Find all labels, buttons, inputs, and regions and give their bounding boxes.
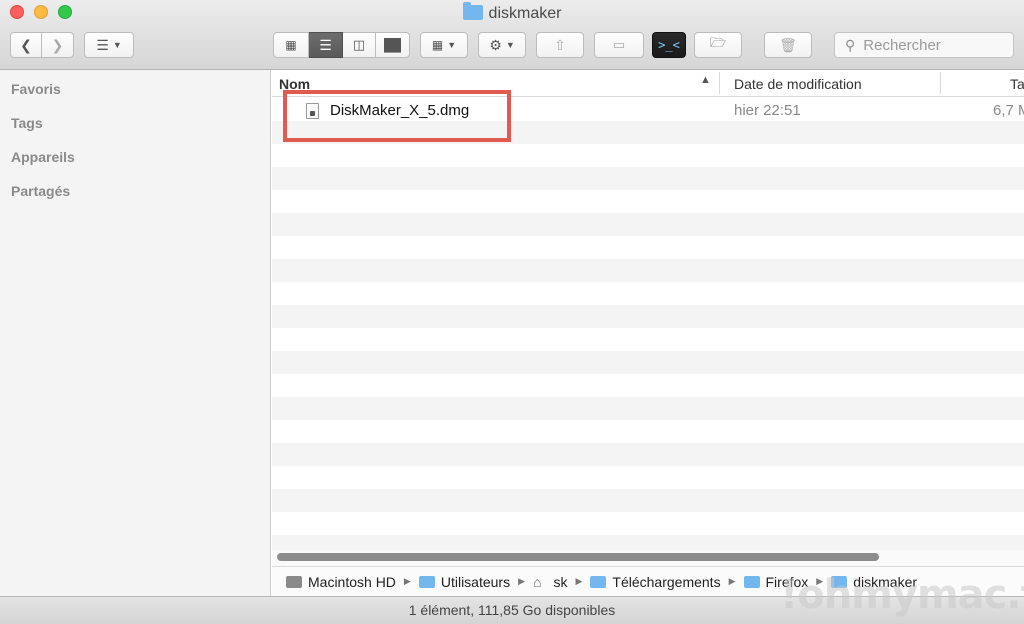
empty-row [272,259,1024,282]
toolbar: diskmaker ❮ ❯ ☰ ▼ ▦ ☰ ◫ ██ ▦ ▼ ⚙ ▼ ⇧ ▭ >_< [0,0,1024,70]
empty-row [272,374,1024,397]
sidebar-section-appareils[interactable]: Appareils [11,149,75,165]
column-name[interactable]: Nom [279,76,310,92]
sidebar-section-tags[interactable]: Tags [11,115,43,131]
action-menu-button[interactable]: ⚙ ▼ [478,32,526,58]
search-placeholder: Rechercher [863,36,941,54]
status-text: 1 élément, 111,85 Go disponibles [408,602,616,618]
sidebar: Favoris Tags Appareils Partagés [0,70,271,596]
path-separator-icon: ▶ [728,576,736,586]
path-separator-icon: ▶ [403,576,411,586]
empty-row [272,305,1024,328]
disk-image-icon [306,103,319,119]
share-button[interactable]: ⇧ [536,32,584,58]
chevron-down-icon: ▼ [447,40,457,50]
columns-icon: ◫ [352,37,366,52]
cover-flow-view-button[interactable]: ██ [376,32,410,58]
list-lines-icon: ☰ [96,36,109,53]
tags-button[interactable]: ▭ [594,32,644,58]
trash-button[interactable]: 🗑 [764,32,812,58]
path-item-sk[interactable]: ⌂ sk [533,574,567,590]
watermark: !ohmymac.fr [780,572,1024,618]
list-icon: ☰ [319,36,332,53]
tag-icon: ▭ [612,37,626,52]
terminal-button[interactable]: >_< [652,32,686,58]
sidebar-section-partages[interactable]: Partagés [11,183,70,199]
folder-icon [462,2,483,20]
arrange-menu-button[interactable]: ☰ ▼ [84,32,134,58]
file-rows: DiskMaker_X_5.dmg hier 22:51 6,7 M [272,98,1024,558]
group-menu-button[interactable]: ▦ ▼ [420,32,468,58]
path-item-label: Téléchargements [612,573,721,590]
search-icon: ⚲ [845,36,856,53]
path-item-label: Utilisateurs [440,573,511,590]
list-view-button[interactable]: ☰ [309,32,343,58]
path-item-utilisateurs[interactable]: Utilisateurs [418,573,511,590]
search-input[interactable]: ⚲ Rechercher [834,32,1014,58]
empty-row [272,144,1024,167]
forward-button[interactable]: ❯ [42,32,74,58]
chevron-left-icon: ❮ [20,36,32,53]
folder-icon [418,575,435,588]
terminal-icon: >_< [658,38,680,52]
folder-icon [743,575,760,588]
empty-row [272,420,1024,443]
path-separator-icon: ▶ [518,576,526,586]
trash-icon: 🗑 [779,36,797,53]
file-list: Nom ▲ Date de modification Ta DiskMaker_… [272,70,1024,566]
chevron-down-icon: ▼ [505,40,515,50]
grid-icon: ▦ [285,38,297,52]
share-icon: ⇧ [554,36,566,53]
column-header: Nom ▲ Date de modification Ta [272,70,1024,97]
table-row[interactable]: DiskMaker_X_5.dmg hier 22:51 6,7 M [272,98,1024,121]
column-view-button[interactable]: ◫ [343,32,376,58]
home-icon: ⌂ [533,573,542,590]
empty-row [272,167,1024,190]
empty-row [272,190,1024,213]
window-title: diskmaker [0,2,1024,24]
horizontal-scroll-thumb[interactable] [277,553,879,561]
empty-row [272,466,1024,489]
path-item-macintosh-hd[interactable]: Macintosh HD [286,574,396,590]
column-size[interactable]: Ta [1010,76,1024,92]
hard-drive-icon [286,575,302,588]
file-name: DiskMaker_X_5.dmg [330,102,470,119]
path-separator-icon: ▶ [575,576,583,586]
icon-view-button[interactable]: ▦ [273,32,309,58]
group-grid-icon: ▦ [431,38,444,52]
file-size: 6,7 M [993,102,1024,119]
downloads-folder-icon [590,575,607,588]
empty-row [272,121,1024,144]
file-modified: hier 22:51 [734,102,801,119]
empty-row [272,213,1024,236]
empty-row [272,397,1024,420]
sort-ascending-icon: ▲ [700,74,711,86]
empty-row [272,282,1024,305]
column-modified[interactable]: Date de modification [734,76,862,92]
window-title-text: diskmaker [488,5,562,22]
empty-row [272,328,1024,351]
empty-row [272,236,1024,259]
empty-row [272,512,1024,535]
path-item-label: sk [553,573,568,590]
empty-row [272,351,1024,374]
path-item-label: Macintosh HD [308,573,396,590]
new-folder-icon: 🗁 [709,35,727,50]
gear-icon: ⚙ [489,36,502,53]
cover-flow-icon: ██ [383,38,401,52]
empty-row [272,489,1024,512]
empty-row [272,443,1024,466]
new-folder-button[interactable]: 🗁 [694,32,742,58]
path-item-telechargements[interactable]: Téléchargements [590,573,721,590]
chevron-down-icon: ▼ [112,40,122,50]
back-button[interactable]: ❮ [10,32,42,58]
sidebar-section-favoris[interactable]: Favoris [11,81,61,97]
chevron-right-icon: ❯ [51,36,64,53]
